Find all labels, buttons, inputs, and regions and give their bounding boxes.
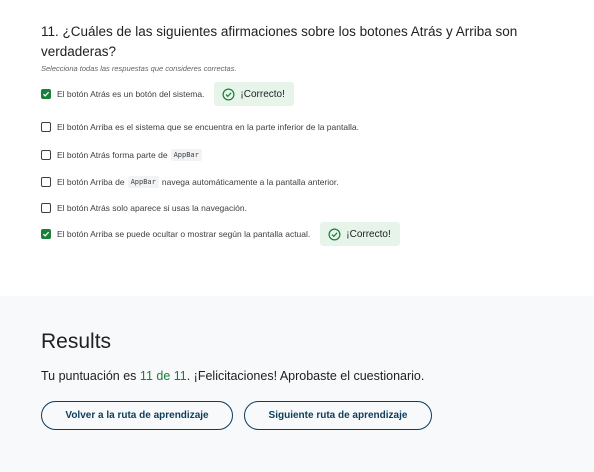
option-label: El botón Atrás forma parte de bbox=[57, 150, 168, 160]
option-label: El botón Atrás es un botón del sistema. bbox=[57, 89, 205, 99]
back-to-path-button[interactable]: Volver a la ruta de aprendizaje bbox=[41, 401, 233, 430]
checkmark-icon bbox=[42, 231, 50, 237]
option-label: El botón Atrás solo aparece si usas la n… bbox=[57, 203, 247, 213]
results-panel: Results Tu puntuación es 11 de 11. ¡Feli… bbox=[0, 296, 594, 472]
option-label: El botón Arriba es el sistema que se enc… bbox=[57, 122, 359, 132]
feedback-label: ¡Correcto! bbox=[240, 88, 285, 100]
question: 11. ¿Cuáles de las siguientes afirmacion… bbox=[41, 22, 561, 73]
score-text: Tu puntuación es 11 de 11. ¡Felicitacion… bbox=[41, 369, 424, 383]
checkbox[interactable] bbox=[41, 203, 51, 213]
check-circle-icon bbox=[222, 88, 235, 100]
option-5[interactable]: El botón Atrás solo aparece si usas la n… bbox=[41, 203, 247, 213]
score-value: 11 de 11 bbox=[139, 369, 187, 383]
results-title: Results bbox=[41, 330, 112, 353]
question-title: 11. ¿Cuáles de las siguientes afirmacion… bbox=[41, 24, 518, 59]
code-appbar: AppBar bbox=[127, 176, 159, 188]
checkbox-checked[interactable] bbox=[41, 229, 51, 239]
option-4[interactable]: El botón Arriba de AppBar navega automát… bbox=[41, 176, 339, 188]
option-label-pre: El botón Arriba de bbox=[57, 177, 125, 187]
score-suffix: . ¡Felicitaciones! Aprobaste el cuestion… bbox=[186, 369, 425, 383]
correct-feedback: ¡Correcto! bbox=[214, 82, 294, 106]
option-label-post: navega automáticamente a la pantalla ant… bbox=[161, 177, 339, 187]
checkbox[interactable] bbox=[41, 177, 51, 187]
score-prefix: Tu puntuación es bbox=[41, 369, 137, 383]
next-path-button[interactable]: Siguiente ruta de aprendizaje bbox=[244, 401, 432, 430]
check-circle-icon bbox=[328, 228, 341, 240]
option-6[interactable]: El botón Arriba se puede ocultar o mostr… bbox=[41, 222, 400, 246]
checkbox-checked[interactable] bbox=[41, 89, 51, 99]
correct-feedback: ¡Correcto! bbox=[320, 222, 400, 246]
option-3[interactable]: El botón Atrás forma parte de AppBar bbox=[41, 149, 205, 161]
checkbox[interactable] bbox=[41, 122, 51, 132]
checkmark-icon bbox=[42, 91, 50, 97]
feedback-label: ¡Correcto! bbox=[346, 228, 391, 240]
option-label: El botón Arriba se puede ocultar o mostr… bbox=[57, 229, 311, 239]
checkbox[interactable] bbox=[41, 150, 51, 160]
option-2[interactable]: El botón Arriba es el sistema que se enc… bbox=[41, 122, 359, 132]
option-1[interactable]: El botón Atrás es un botón del sistema. … bbox=[41, 82, 294, 106]
question-hint: Selecciona todas las respuestas que cons… bbox=[41, 64, 237, 73]
code-appbar: AppBar bbox=[170, 149, 202, 161]
